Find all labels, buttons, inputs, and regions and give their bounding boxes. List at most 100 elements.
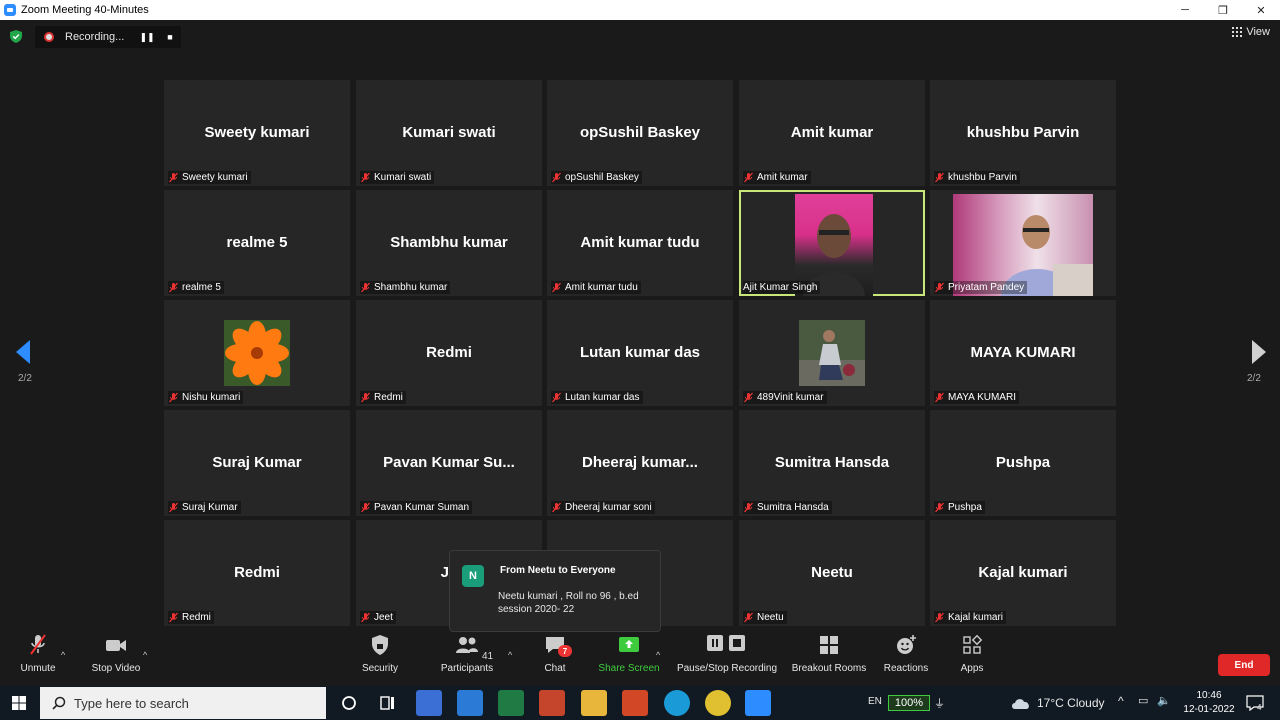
network-icon[interactable]: ▭ (1138, 694, 1148, 707)
zoom-app-icon (4, 4, 16, 16)
edge-icon[interactable] (664, 690, 690, 716)
stop-video-button[interactable]: Stop Video (90, 626, 142, 686)
reactions-button[interactable]: Reactions (882, 626, 930, 686)
muted-microphone-icon (361, 392, 370, 403)
battery-indicator[interactable]: 100% (888, 695, 930, 711)
audio-options-caret[interactable]: ^ (61, 650, 65, 660)
participant-name-label: Neetu (743, 611, 787, 624)
video-camera-icon (106, 640, 126, 651)
task-view-icon[interactable] (374, 690, 400, 716)
participant-display-name: Kumari swati (402, 124, 496, 141)
participant-display-name: Shambhu kumar (390, 234, 508, 251)
breakout-rooms-button[interactable]: Breakout Rooms (790, 626, 868, 686)
apps-button[interactable]: Apps (952, 626, 992, 686)
participant-tile[interactable]: Dheeraj kumar... Dheeraj kumar soni (547, 410, 733, 516)
window-title: Zoom Meeting 40-Minutes (21, 4, 149, 16)
shield-icon (372, 635, 388, 655)
participant-tile[interactable]: Priyatam Pandey (930, 190, 1116, 296)
participant-tile[interactable]: realme 5 realme 5 (164, 190, 350, 296)
office-icon[interactable] (622, 690, 648, 716)
chrome-icon[interactable] (705, 690, 731, 716)
participant-tile[interactable]: Redmi Redmi (164, 520, 350, 626)
share-screen-button[interactable]: Share Screen (598, 626, 660, 686)
muted-microphone-icon (169, 612, 178, 623)
participant-tile[interactable]: Pavan Kumar Su... Pavan Kumar Suman (356, 410, 542, 516)
muted-microphone-icon (169, 502, 178, 513)
flower-avatar-image (224, 320, 290, 386)
pause-stop-recording-button[interactable]: Pause/Stop Recording (676, 626, 778, 686)
participant-label-text: Nishu kumari (182, 392, 241, 403)
participant-tile[interactable]: Sumitra Hansda Sumitra Hansda (739, 410, 925, 516)
chat-message: Neetu kumari , Roll no 96 , b.ed session… (498, 591, 639, 615)
video-options-caret[interactable]: ^ (143, 650, 147, 660)
participants-options-caret[interactable]: ^ (508, 650, 512, 660)
smiley-icon (897, 635, 916, 654)
previous-page-icon[interactable] (14, 340, 36, 364)
participant-display-name: MAYA KUMARI (970, 344, 1076, 361)
view-button[interactable]: View (1232, 26, 1270, 38)
file-explorer-icon[interactable] (581, 690, 607, 716)
next-page-icon[interactable] (1248, 340, 1270, 364)
minimize-button[interactable]: ─ (1166, 0, 1204, 20)
cortana-icon[interactable] (336, 690, 362, 716)
participant-label-text: Kumari swati (374, 172, 432, 183)
app-taskbar-icon-1[interactable] (416, 690, 442, 716)
participant-tile[interactable]: Ajit Kumar Singh (739, 190, 925, 296)
pause-recording-icon[interactable]: ❚❚ (139, 30, 154, 44)
participant-name-label: Dheeraj kumar soni (551, 501, 655, 514)
participant-tile[interactable]: Neetu Neetu (739, 520, 925, 626)
unmute-button[interactable]: Unmute (18, 626, 58, 686)
language-indicator[interactable]: EN (868, 696, 882, 707)
taskbar-search[interactable]: Type here to search (40, 687, 326, 719)
close-button[interactable]: ✕ (1242, 0, 1280, 20)
app-taskbar-icon-2[interactable] (539, 690, 565, 716)
participant-name-label: khushbu Parvin (934, 171, 1020, 184)
participant-name-label: Suraj Kumar (168, 501, 241, 514)
muted-microphone-icon (30, 634, 46, 655)
windows-start-icon[interactable] (12, 696, 26, 710)
unmute-label: Unmute (20, 663, 56, 674)
participant-tile[interactable]: Redmi Redmi (356, 300, 542, 406)
participant-tile[interactable]: Shambhu kumar Shambhu kumar (356, 190, 542, 296)
participant-tile[interactable]: Kajal kumari Kajal kumari (930, 520, 1116, 626)
participant-display-name: Amit kumar tudu (580, 234, 700, 251)
muted-microphone-icon (744, 392, 753, 403)
muted-microphone-icon (935, 612, 944, 623)
clock-time: 10:46 (1196, 690, 1222, 701)
store-icon[interactable] (457, 690, 483, 716)
maximize-button[interactable]: ❐ (1204, 0, 1242, 20)
participant-tile[interactable]: Amit kumar Amit kumar (739, 80, 925, 186)
participant-name-label: MAYA KUMARI (934, 391, 1019, 404)
participant-label-text: Amit kumar tudu (565, 282, 638, 293)
chat-notification[interactable]: N From Neetu to Everyone Neetu kumari , … (449, 550, 661, 632)
participant-tile[interactable]: Pushpa Pushpa (930, 410, 1116, 516)
muted-microphone-icon (935, 502, 944, 513)
participant-tile[interactable]: opSushil Baskey opSushil Baskey (547, 80, 733, 186)
security-button[interactable]: Security (360, 626, 400, 686)
weather-text[interactable]: 17°C Cloudy (1037, 696, 1105, 710)
end-meeting-button[interactable]: End (1218, 654, 1270, 676)
participant-display-name: realme 5 (226, 234, 288, 251)
participant-tile[interactable]: khushbu Parvin khushbu Parvin (930, 80, 1116, 186)
participant-display-name: Kajal kumari (978, 564, 1068, 581)
participant-tile[interactable]: MAYA KUMARI MAYA KUMARI (930, 300, 1116, 406)
page-indicator-left: 2/2 (18, 373, 32, 384)
participant-label-text: Suraj Kumar (182, 502, 238, 513)
participant-tile[interactable]: Kumari swati Kumari swati (356, 80, 542, 186)
participant-tile[interactable]: Amit kumar tudu Amit kumar tudu (547, 190, 733, 296)
chevron-up-icon[interactable]: ^ (1118, 694, 1124, 708)
participant-tile[interactable]: Suraj Kumar Suraj Kumar (164, 410, 350, 516)
participant-tile[interactable]: Nishu kumari (164, 300, 350, 406)
participant-tile[interactable]: Lutan kumar das Lutan kumar das (547, 300, 733, 406)
clock[interactable]: 10:46 12-01-2022 (1178, 689, 1240, 717)
excel-icon[interactable] (498, 690, 524, 716)
participant-tile[interactable]: Sweety kumari Sweety kumari (164, 80, 350, 186)
zoom-taskbar-icon[interactable] (745, 690, 771, 716)
participant-label-text: Sumitra Hansda (757, 502, 829, 513)
share-options-caret[interactable]: ^ (656, 650, 660, 660)
stop-recording-icon[interactable]: ■ (163, 30, 177, 44)
avatar: N (462, 565, 484, 587)
volume-icon[interactable]: 🔈 (1157, 694, 1171, 707)
shield-icon[interactable] (10, 30, 22, 43)
participant-tile[interactable]: 489Vinit kumar (739, 300, 925, 406)
